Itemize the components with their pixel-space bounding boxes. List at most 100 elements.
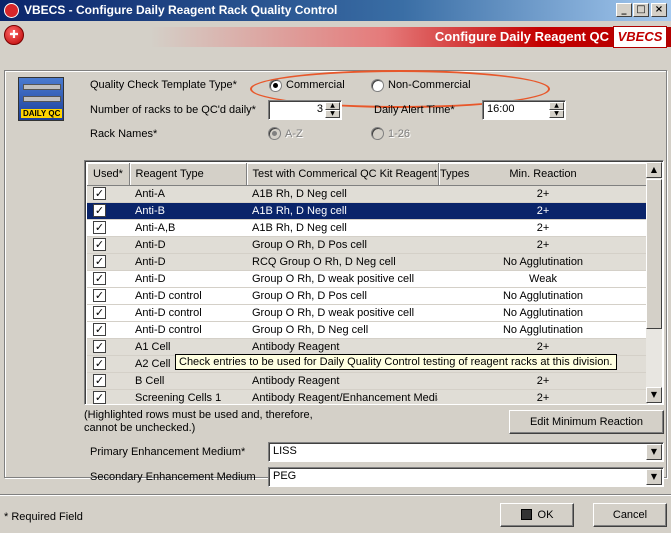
secondary-enhancement-select[interactable]: PEG ▼	[268, 467, 664, 487]
used-cell[interactable]: ✓	[87, 185, 129, 203]
minimize-button[interactable]: _	[616, 3, 632, 17]
window-title-bar[interactable]: VBECS - Configure Daily Reagent Rack Qua…	[0, 0, 671, 21]
reagent-type-cell: Anti-A,B	[129, 219, 246, 237]
racks-count-stepper[interactable]: 3 ▲ ▼	[268, 100, 342, 120]
reagent-type-cell: Anti-B	[129, 202, 246, 220]
rack-names-126-radio[interactable]	[371, 127, 384, 140]
col-header-min-reaction[interactable]: Min. Reaction	[438, 163, 649, 186]
test-cell: Group O Rh, D weak positive cell	[246, 270, 438, 288]
alert-time-input[interactable]: 16:00 ▲ ▼	[482, 100, 566, 120]
used-cell[interactable]: ✓	[87, 287, 129, 305]
checkbox-checked-icon[interactable]: ✓	[93, 221, 106, 234]
used-cell[interactable]: ✓	[87, 372, 129, 390]
racks-spin-buttons[interactable]: ▲ ▼	[325, 102, 340, 118]
dropdown-arrow-icon[interactable]: ▼	[646, 469, 662, 485]
scroll-up-icon[interactable]: ▲	[646, 162, 662, 178]
racks-count-label: Number of racks to be QC'd daily*	[90, 104, 256, 116]
reagent-type-cell: Screening Cells 1	[129, 389, 246, 404]
checkbox-checked-icon[interactable]: ✓	[93, 323, 106, 336]
primary-enhancement-label: Primary Enhancement Medium*	[90, 446, 246, 458]
used-cell[interactable]: ✓	[87, 219, 129, 237]
spin-down-icon[interactable]: ▼	[325, 110, 340, 118]
ok-label: OK	[537, 509, 554, 521]
used-cell[interactable]: ✓	[87, 338, 129, 356]
table-row[interactable]: ✓ Anti-A,B A1B Rh, D Neg cell 2+	[87, 219, 648, 237]
table-row[interactable]: ✓ Anti-D Group O Rh, D Pos cell 2+	[87, 236, 648, 254]
reagent-type-cell: Anti-D control	[129, 287, 246, 305]
rack-names-az-radio[interactable]	[268, 127, 281, 140]
reagent-type-cell: Anti-D control	[129, 304, 246, 322]
alert-time-label: Daily Alert Time*	[374, 104, 455, 116]
reagent-type-cell: Anti-D	[129, 236, 246, 254]
used-cell[interactable]: ✓	[87, 355, 129, 373]
col-header-reagent-type[interactable]: Reagent Type	[129, 163, 247, 186]
maximize-button[interactable]: □	[633, 3, 649, 17]
checkbox-checked-icon[interactable]: ✓	[93, 187, 106, 200]
banner-title: Configure Daily Reagent QC	[434, 29, 609, 44]
cancel-button[interactable]: Cancel	[593, 503, 667, 527]
test-cell: Group O Rh, D Pos cell	[246, 287, 438, 305]
scroll-down-icon[interactable]: ▼	[646, 387, 662, 403]
used-cell[interactable]: ✓	[87, 321, 129, 339]
col-header-used[interactable]: Used*	[87, 163, 130, 186]
checkbox-checked-icon[interactable]: ✓	[93, 289, 106, 302]
checkbox-checked-icon[interactable]: ✓	[93, 272, 106, 285]
table-row[interactable]: ✓ Anti-D Group O Rh, D weak positive cell W…	[87, 270, 648, 288]
table-row[interactable]: ✓ Anti-D control Group O Rh, D Pos cell No …	[87, 287, 648, 305]
min-reaction-cell: No Agglutination	[438, 321, 648, 339]
table-row[interactable]: ✓ B Cell Antibody Reagent 2+	[87, 372, 648, 390]
used-cell[interactable]: ✓	[87, 253, 129, 271]
checkbox-checked-icon[interactable]: ✓	[93, 204, 106, 217]
checkbox-checked-icon[interactable]: ✓	[93, 374, 106, 387]
reagent-type-cell: Anti-D control	[129, 321, 246, 339]
test-cell: Group O Rh, D Pos cell	[246, 236, 438, 254]
reagent-type-cell: B Cell	[129, 372, 246, 390]
grid-header-row: Used* Reagent Type Test with Commerical …	[87, 163, 649, 186]
checkbox-checked-icon[interactable]: ✓	[93, 340, 106, 353]
grid-vertical-scrollbar[interactable]: ▲ ▼	[646, 162, 662, 403]
close-button[interactable]: ×	[651, 3, 667, 17]
primary-enhancement-select[interactable]: LISS ▼	[268, 442, 664, 462]
edit-minimum-reaction-button[interactable]: Edit Minimum Reaction	[509, 410, 664, 434]
spin-up-icon[interactable]: ▲	[325, 102, 340, 110]
used-cell[interactable]: ✓	[87, 389, 129, 404]
ok-button[interactable]: OK	[500, 503, 574, 527]
min-reaction-cell: 2+	[438, 185, 648, 203]
min-reaction-cell: No Agglutination	[438, 304, 648, 322]
checkbox-checked-icon[interactable]: ✓	[93, 391, 106, 404]
reagent-type-cell: Anti-D	[129, 270, 246, 288]
min-reaction-cell: Weak	[438, 270, 648, 288]
table-row[interactable]: ✓ Screening Cells 1 Antibody Reagent/Enhan…	[87, 389, 648, 404]
col-header-test[interactable]: Test with Commerical QC Kit Reagent Type…	[246, 163, 469, 186]
rack-names-az-label[interactable]: A-Z	[285, 128, 303, 140]
spin-down-icon[interactable]: ▼	[549, 110, 564, 118]
rack-names-126-label[interactable]: 1-26	[388, 128, 410, 140]
alert-time-value: 16:00	[487, 103, 515, 115]
window-title: VBECS - Configure Daily Reagent Rack Qua…	[24, 3, 338, 17]
used-cell[interactable]: ✓	[87, 236, 129, 254]
spin-up-icon[interactable]: ▲	[549, 102, 564, 110]
test-cell: Antibody Reagent	[246, 372, 438, 390]
table-row[interactable]: ✓ Anti-D control Group O Rh, D Neg cell No …	[87, 321, 648, 339]
highlight-note: (Highlighted rows must be used and, ther…	[84, 409, 313, 434]
table-row[interactable]: ✓ Anti-D RCQ Group O Rh, D Neg cell No Aggl…	[87, 253, 648, 271]
used-cell[interactable]: ✓	[87, 202, 129, 220]
checkbox-checked-icon[interactable]: ✓	[93, 255, 106, 268]
reagent-type-cell: Anti-A	[129, 185, 246, 203]
checkbox-checked-icon[interactable]: ✓	[93, 306, 106, 319]
daily-qc-label: DAILY QC	[21, 109, 63, 118]
scroll-thumb[interactable]	[646, 179, 662, 329]
used-cell[interactable]: ✓	[87, 270, 129, 288]
reagent-type-cell: A1 Cell	[129, 338, 246, 356]
rack-shelf-bottom	[23, 96, 61, 102]
template-type-label: Quality Check Template Type*	[90, 79, 237, 91]
table-row[interactable]: ✓ Anti-A A1B Rh, D Neg cell 2+	[87, 185, 648, 203]
checkbox-checked-icon[interactable]: ✓	[93, 238, 106, 251]
table-row[interactable]: ✓ Anti-B A1B Rh, D Neg cell 2+	[87, 202, 648, 220]
alert-spin-buttons[interactable]: ▲ ▼	[549, 102, 564, 118]
used-cell[interactable]: ✓	[87, 304, 129, 322]
table-row[interactable]: ✓ Anti-D control Group O Rh, D weak positi…	[87, 304, 648, 322]
checkbox-checked-icon[interactable]: ✓	[93, 357, 106, 370]
dropdown-arrow-icon[interactable]: ▼	[646, 444, 662, 460]
table-row[interactable]: ✓ A1 Cell Antibody Reagent 2+	[87, 338, 648, 356]
